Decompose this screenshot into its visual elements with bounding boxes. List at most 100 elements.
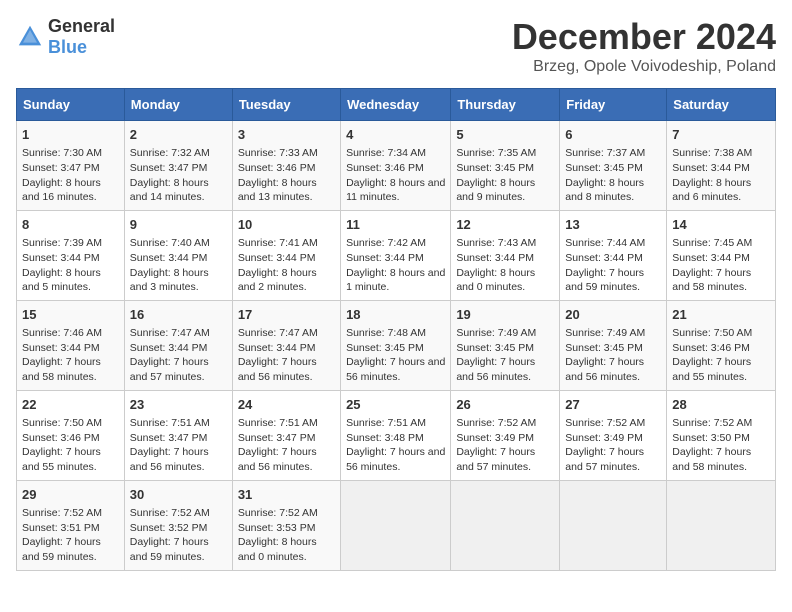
sunset-text: Sunset: 3:44 PM [130,252,208,264]
sunset-text: Sunset: 3:44 PM [672,162,750,174]
daylight-text: Daylight: 7 hours and 55 minutes. [672,356,751,383]
day-cell: 26Sunrise: 7:52 AMSunset: 3:49 PMDayligh… [451,390,560,480]
sunrise-text: Sunrise: 7:51 AM [130,417,210,429]
day-cell [560,480,667,570]
sunrise-text: Sunrise: 7:44 AM [565,237,645,249]
day-number: 2 [130,126,227,144]
week-row-4: 22 Sunrise: 7:50 AM Sunset: 3:46 PM Dayligh… [17,390,776,480]
sunrise-text: Sunrise: 7:52 AM [456,417,536,429]
title-area: December 2024 Brzeg, Opole Voivodeship, … [512,16,776,76]
sunrise-text: Sunrise: 7:48 AM [346,327,426,339]
daylight-text: Daylight: 7 hours and 58 minutes. [22,356,101,383]
daylight-text: Daylight: 7 hours and 59 minutes. [565,267,644,294]
sunset-text: Sunset: 3:44 PM [456,252,534,264]
daylight-text: Daylight: 8 hours and 13 minutes. [238,177,317,204]
day-number: 15 [22,306,119,324]
day-cell: 15Sunrise: 7:46 AMSunset: 3:44 PMDayligh… [17,300,125,390]
daylight-text: Daylight: 7 hours and 57 minutes. [456,446,535,473]
sunrise-text: Sunrise: 7:52 AM [130,507,210,519]
day-number: 1 [22,126,119,144]
daylight-text: Daylight: 8 hours and 5 minutes. [22,267,101,294]
daylight-text: Daylight: 7 hours and 56 minutes. [346,356,445,383]
calendar-table: SundayMondayTuesdayWednesdayThursdayFrid… [16,88,776,571]
sunrise-text: Sunrise: 7:50 AM [22,417,102,429]
header-cell-saturday: Saturday [667,89,776,121]
header-cell-wednesday: Wednesday [341,89,451,121]
daylight-text: Daylight: 7 hours and 56 minutes. [456,356,535,383]
sunrise-text: Sunrise: 7:51 AM [346,417,426,429]
sunset-text: Sunset: 3:47 PM [130,432,208,444]
daylight-text: Daylight: 7 hours and 56 minutes. [565,356,644,383]
sunrise-text: Sunrise: 7:47 AM [130,327,210,339]
week-row-1: 1Sunrise: 7:30 AMSunset: 3:47 PMDaylight… [17,121,776,211]
day-number: 29 [22,486,119,504]
daylight-text: Daylight: 8 hours and 0 minutes. [456,267,535,294]
daylight-text: Daylight: 7 hours and 57 minutes. [565,446,644,473]
day-number: 23 [130,396,227,414]
daylight-text: Daylight: 8 hours and 16 minutes. [22,177,101,204]
calendar-body: 1Sunrise: 7:30 AMSunset: 3:47 PMDaylight… [17,121,776,571]
day-number: 11 [346,216,445,234]
daylight-text: Daylight: 8 hours and 2 minutes. [238,267,317,294]
header: General Blue December 2024 Brzeg, Opole … [16,16,776,76]
sunrise-text: Sunrise: 7:52 AM [22,507,102,519]
daylight-text: Daylight: 8 hours and 0 minutes. [238,536,317,563]
day-number: 4 [346,126,445,144]
day-cell: 20Sunrise: 7:49 AMSunset: 3:45 PMDayligh… [560,300,667,390]
sunset-text: Sunset: 3:53 PM [238,522,316,534]
day-cell: 3Sunrise: 7:33 AMSunset: 3:46 PMDaylight… [232,121,340,211]
sunset-text: Sunset: 3:49 PM [565,432,643,444]
sunset-text: Sunset: 3:46 PM [346,162,424,174]
day-cell [341,480,451,570]
daylight-text: Daylight: 7 hours and 56 minutes. [238,356,317,383]
sunset-text: Sunset: 3:44 PM [346,252,424,264]
day-cell: 11Sunrise: 7:42 AMSunset: 3:44 PMDayligh… [341,210,451,300]
daylight-text: Daylight: 8 hours and 8 minutes. [565,177,644,204]
logo-icon [16,23,44,51]
day-number: 9 [130,216,227,234]
day-cell [667,480,776,570]
sunrise-text: Sunrise: 7:46 AM [22,327,102,339]
sunrise-text: Sunrise: 7:45 AM [672,237,752,249]
daylight-text: Daylight: 8 hours and 9 minutes. [456,177,535,204]
location-subtitle: Brzeg, Opole Voivodeship, Poland [512,58,776,76]
day-cell: 12Sunrise: 7:43 AMSunset: 3:44 PMDayligh… [451,210,560,300]
daylight-text: Daylight: 7 hours and 56 minutes. [238,446,317,473]
month-title: December 2024 [512,16,776,58]
sunrise-text: Sunrise: 7:35 AM [456,147,536,159]
day-number: 21 [672,306,770,324]
daylight-text: Daylight: 7 hours and 59 minutes. [22,536,101,563]
daylight-text: Daylight: 8 hours and 3 minutes. [130,267,209,294]
sunset-text: Sunset: 3:51 PM [22,522,100,534]
sunrise-text: Sunrise: 7:50 AM [672,327,752,339]
header-cell-thursday: Thursday [451,89,560,121]
sunset-text: Sunset: 3:44 PM [238,342,316,354]
sunset-text: Sunset: 3:45 PM [565,342,643,354]
day-number: 22 [22,396,119,414]
sunrise-text: Sunrise: 7:52 AM [565,417,645,429]
logo: General Blue [16,16,115,58]
header-cell-sunday: Sunday [17,89,125,121]
day-cell: 9 Sunrise: 7:40 AM Sunset: 3:44 PM Daylight… [124,210,232,300]
day-cell: 25Sunrise: 7:51 AMSunset: 3:48 PMDayligh… [341,390,451,480]
daylight-text: Daylight: 7 hours and 58 minutes. [672,267,751,294]
sunset-text: Sunset: 3:48 PM [346,432,424,444]
sunrise-text: Sunrise: 7:40 AM [130,237,210,249]
day-number: 20 [565,306,661,324]
day-cell: 28Sunrise: 7:52 AMSunset: 3:50 PMDayligh… [667,390,776,480]
day-cell: 16Sunrise: 7:47 AMSunset: 3:44 PMDayligh… [124,300,232,390]
sunset-text: Sunset: 3:45 PM [565,162,643,174]
sunrise-text: Sunrise: 7:32 AM [130,147,210,159]
day-number: 17 [238,306,335,324]
day-number: 6 [565,126,661,144]
daylight-text: Daylight: 7 hours and 58 minutes. [672,446,751,473]
day-number: 10 [238,216,335,234]
sunset-text: Sunset: 3:44 PM [672,252,750,264]
daylight-text: Daylight: 7 hours and 56 minutes. [130,446,209,473]
day-number: 18 [346,306,445,324]
day-cell [451,480,560,570]
sunset-text: Sunset: 3:46 PM [22,432,100,444]
sunrise-text: Sunrise: 7:38 AM [672,147,752,159]
header-cell-tuesday: Tuesday [232,89,340,121]
daylight-text: Daylight: 8 hours and 1 minute. [346,267,445,294]
